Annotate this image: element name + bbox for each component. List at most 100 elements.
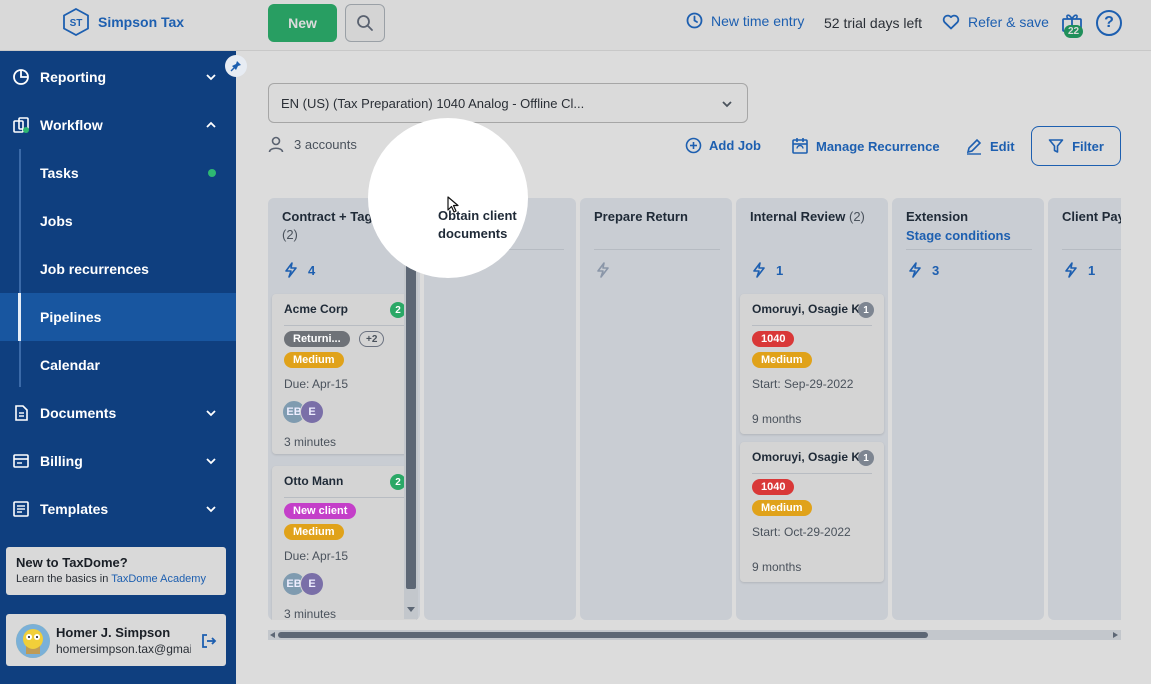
stage-title[interactable]: Client Pay <box>1062 208 1121 226</box>
sidebar-item-workflow[interactable]: Workflow <box>0 101 236 149</box>
sidebar-item-jobs[interactable]: Jobs <box>0 197 236 245</box>
refer-save-label: Refer & save <box>968 14 1049 30</box>
job-card[interactable]: Omoruyi, Osagie K. 1 1040 Medium Start: … <box>740 294 884 434</box>
stage-column-client-pay: Client Pay 1 <box>1048 198 1121 620</box>
automations-count: 3 <box>932 262 940 278</box>
chevron-up-icon <box>206 121 216 128</box>
divider <box>1062 249 1121 250</box>
mouse-cursor-icon <box>447 196 459 213</box>
stage-title-text: Internal Review <box>750 209 846 224</box>
scroll-down-arrow-icon[interactable] <box>407 607 415 613</box>
academy-link[interactable]: TaxDome Academy <box>111 573 206 585</box>
documents-icon <box>15 405 28 421</box>
brand-logo[interactable]: ST Simpson Tax <box>62 7 184 37</box>
edit-button[interactable]: Edit <box>965 137 1015 155</box>
sidebar-item-documents[interactable]: Documents <box>0 389 236 437</box>
lightning-icon <box>597 262 609 278</box>
filter-label: Filter <box>1072 138 1104 154</box>
scrollbar-thumb[interactable] <box>278 632 928 638</box>
sidebar-item-label: Tasks <box>40 165 79 181</box>
assignee-avatar: E <box>300 572 324 596</box>
user-card[interactable]: Homer J. Simpson homersimpson.tax@gmail.… <box>6 614 226 666</box>
divider <box>906 249 1032 250</box>
lightning-icon <box>285 262 297 278</box>
time-in-stage: 3 minutes <box>284 435 337 449</box>
divider <box>752 325 872 326</box>
stage-column-extension: Extension Stage conditions 3 <box>892 198 1044 620</box>
start-date: Start: Oct-29-2022 <box>752 525 851 539</box>
templates-icon <box>13 501 29 517</box>
time-in-stage: 9 months <box>752 560 802 574</box>
heart-icon <box>942 14 960 30</box>
sidebar-item-calendar[interactable]: Calendar <box>0 341 236 389</box>
new-time-entry-label: New time entry <box>711 12 805 29</box>
stage-title[interactable]: Prepare Return <box>594 208 722 226</box>
new-time-entry-link[interactable]: New time entry <box>686 12 804 29</box>
avatar <box>16 624 50 658</box>
stage-conditions-link[interactable]: Stage conditions <box>906 228 1011 243</box>
card-count-badge: 1 <box>858 302 874 318</box>
sidebar-item-label: Workflow <box>40 117 103 133</box>
scroll-right-arrow-icon[interactable] <box>1113 632 1119 638</box>
divider <box>752 473 872 474</box>
refer-save-link[interactable]: Refer & save <box>942 14 1049 30</box>
brand-initials: ST <box>70 18 83 29</box>
job-card[interactable]: Omoruyi, Osagie K. 1 1040 Medium Start: … <box>740 442 884 582</box>
start-date: Start: Sep-29-2022 <box>752 377 854 391</box>
add-job-button[interactable]: Add Job <box>685 137 761 154</box>
user-icon <box>268 136 284 153</box>
sidebar-item-label: Calendar <box>40 357 100 373</box>
help-button[interactable]: ? <box>1096 10 1122 36</box>
sidebar-item-templates[interactable]: Templates <box>0 485 236 533</box>
card-title: Otto Mann <box>284 474 344 488</box>
pin-sidebar-button[interactable] <box>225 55 247 77</box>
automations-indicator[interactable]: 1 <box>752 262 783 278</box>
board-scrollbar[interactable] <box>268 630 1121 640</box>
sidebar-item-billing[interactable]: Billing <box>0 437 236 485</box>
promo-title: New to TaxDome? <box>16 555 128 570</box>
new-button[interactable]: New <box>268 4 337 42</box>
sidebar-item-label: Documents <box>40 405 117 421</box>
sidebar-item-label: Jobs <box>40 213 73 229</box>
scroll-left-arrow-icon[interactable] <box>269 632 275 638</box>
stage-title[interactable]: Internal Review (2) <box>750 208 878 226</box>
sidebar-item-job-recurrences[interactable]: Job recurrences <box>0 245 236 293</box>
automations-indicator[interactable]: 4 <box>284 262 315 278</box>
job-card[interactable]: Otto Mann 2 New client Medium Due: Apr-1… <box>272 466 416 620</box>
sidebar-item-label: Templates <box>40 501 109 517</box>
logout-icon[interactable] <box>200 632 218 650</box>
automations-count: 1 <box>1088 262 1096 278</box>
promo-text: Learn the basics in TaxDome Academy <box>16 573 216 585</box>
automations-indicator[interactable]: 3 <box>908 262 939 278</box>
sidebar-item-pipelines[interactable]: Pipelines <box>0 293 236 341</box>
divider <box>594 249 720 250</box>
manage-recurrence-button[interactable]: Manage Recurrence <box>791 137 940 155</box>
sidebar-item-reporting[interactable]: Reporting <box>0 53 236 101</box>
pipeline-select-value: EN (US) (Tax Preparation) 1040 Analog - … <box>281 95 585 111</box>
pipeline-select[interactable]: EN (US) (Tax Preparation) 1040 Analog - … <box>268 83 748 123</box>
brand-hex-icon: ST <box>62 7 90 37</box>
stage-column-contract-tags: Contract + Tags (2) 4 Acme Corp 2 Returni… <box>268 198 420 620</box>
pin-icon <box>230 61 241 72</box>
tag-badge: 1040 <box>752 331 795 347</box>
add-job-label: Add Job <box>709 138 761 153</box>
promo-text-body: Learn the basics in <box>16 573 112 585</box>
user-email: homersimpson.tax@gmail.com <box>56 642 191 656</box>
search-button[interactable] <box>345 4 385 42</box>
sidebar-item-label: Job recurrences <box>40 261 149 277</box>
manage-recurrence-label: Manage Recurrence <box>816 138 940 154</box>
automations-indicator[interactable]: 1 <box>1064 262 1095 278</box>
automations-indicator[interactable] <box>596 262 610 278</box>
academy-promo[interactable]: New to TaxDome? Learn the basics in TaxD… <box>6 547 226 595</box>
job-card[interactable]: Acme Corp 2 Returni... +2 Medium Due: Ap… <box>272 294 416 454</box>
accounts-count[interactable]: 3 accounts <box>268 136 357 153</box>
tag-badge: 1040 <box>752 479 795 495</box>
card-title: Omoruyi, Osagie K. <box>752 302 864 316</box>
chevron-down-icon <box>206 506 216 513</box>
stage-title[interactable]: Extension <box>906 208 1034 226</box>
filter-button[interactable]: Filter <box>1031 126 1121 166</box>
sidebar-item-tasks[interactable]: Tasks <box>0 149 236 197</box>
tag-badge: Returni... <box>284 331 350 347</box>
chevron-down-icon <box>206 458 216 465</box>
more-tags-badge[interactable]: +2 <box>359 331 385 347</box>
